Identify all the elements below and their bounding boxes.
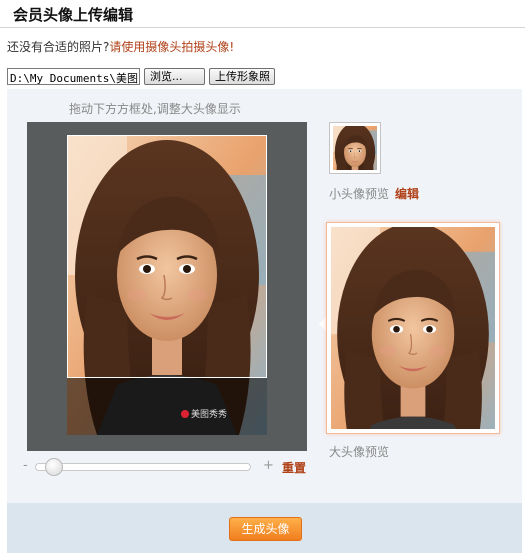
- file-path-field[interactable]: D:\My Documents\美图: [7, 68, 140, 85]
- avatar-editor-panel: 拖动下方方框处,调整大头像显示 美图秀秀 - + 重置 小头像预览 编辑 大头像预…: [7, 89, 522, 553]
- drag-instructions: 拖动下方方框处,调整大头像显示: [69, 102, 241, 116]
- file-upload-row: D:\My Documents\美图 浏览... 上传形象照: [7, 68, 275, 86]
- crop-area: 美图秀秀: [27, 122, 307, 451]
- crop-selection-box[interactable]: [67, 135, 267, 378]
- edit-link[interactable]: 编辑: [395, 187, 419, 201]
- small-preview-caption: 小头像预览 编辑: [329, 185, 419, 202]
- reset-link[interactable]: 重置: [282, 459, 306, 476]
- preview-pointer: [319, 317, 326, 331]
- zoom-slider-handle[interactable]: [44, 458, 63, 476]
- generate-avatar-button[interactable]: 生成头像: [229, 517, 302, 541]
- zoom-slider-track[interactable]: [35, 463, 251, 471]
- zoom-in-icon[interactable]: +: [263, 458, 274, 473]
- watermark-text: 美图秀秀: [191, 410, 228, 420]
- watermark-logo-icon: [181, 410, 189, 418]
- big-preview-label: 大头像预览: [329, 445, 390, 459]
- upload-photo-button[interactable]: 上传形象照: [209, 68, 275, 85]
- photo-watermark: 美图秀秀: [181, 407, 227, 420]
- browse-button[interactable]: 浏览...: [144, 68, 205, 85]
- page-title: 会员头像上传编辑: [13, 6, 134, 24]
- zoom-control: - + 重置: [23, 458, 313, 476]
- camera-hint: 还没有合适的照片?请使用摄像头拍摄头像!: [7, 38, 234, 55]
- small-avatar-preview: [329, 122, 381, 174]
- camera-hint-text: 还没有合适的照片?: [7, 40, 110, 54]
- title-divider: [0, 27, 525, 28]
- crop-mask: [67, 378, 267, 435]
- zoom-out-icon[interactable]: -: [23, 458, 28, 473]
- camera-capture-link[interactable]: 请使用摄像头拍摄头像!: [109, 40, 234, 54]
- footer-bar: 生成头像: [7, 503, 522, 553]
- big-avatar-preview: [326, 222, 500, 434]
- small-preview-label: 小头像预览: [329, 187, 390, 201]
